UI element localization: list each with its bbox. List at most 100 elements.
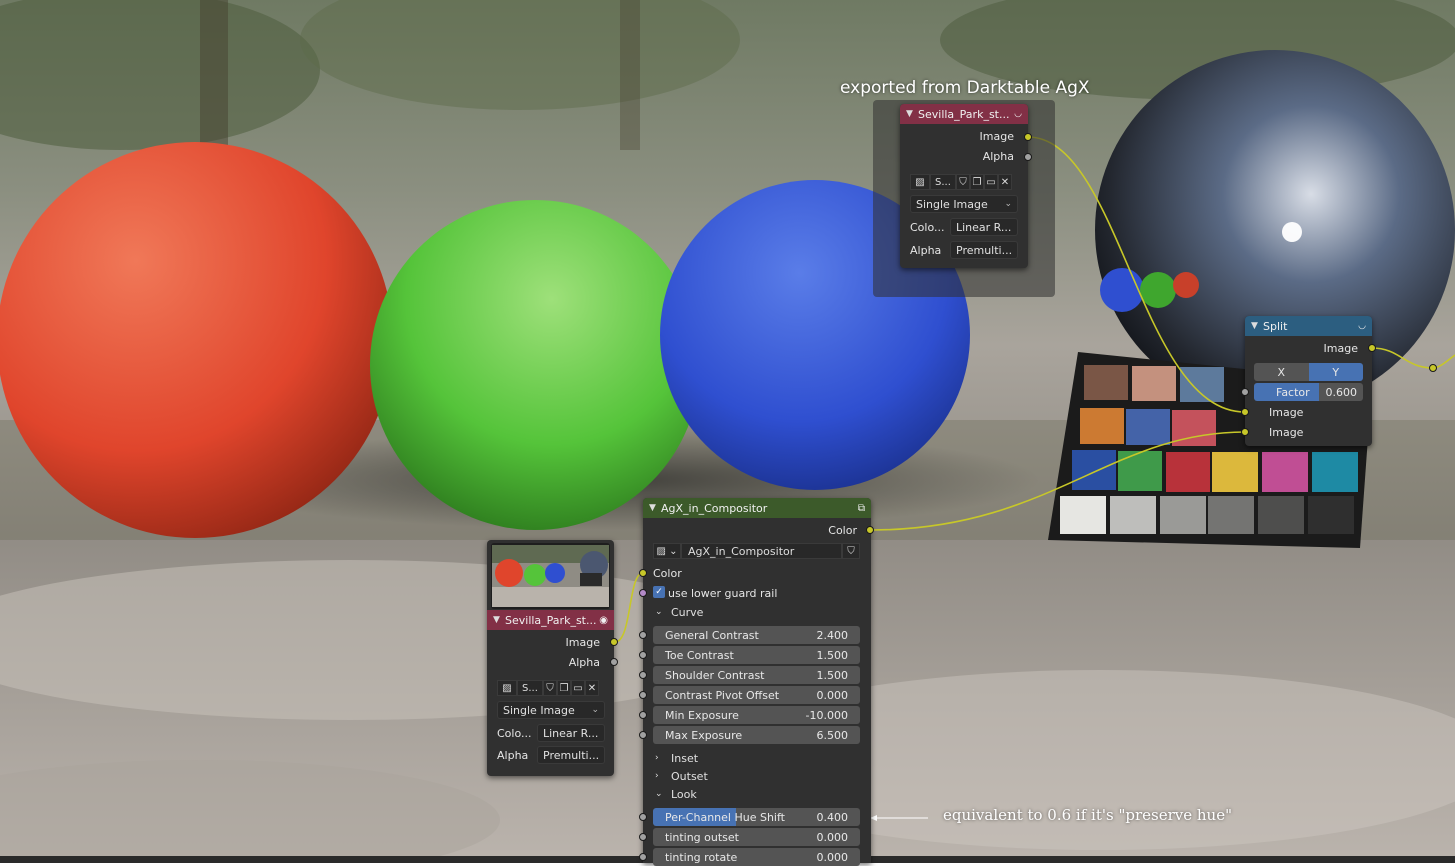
fake-user-shield-icon[interactable]: ⛉ [543,680,557,696]
field-label: Contrast Pivot Offset [665,688,780,702]
fake-user-shield-icon[interactable]: ⛉ [842,543,860,559]
image-source-dropdown[interactable]: Single Image ⌄ [910,195,1018,213]
unlink-close-icon[interactable]: ✕ [998,174,1012,190]
guard-rail-checkbox[interactable]: ✓ [653,586,665,598]
min-exposure-field[interactable]: Min Exposure -10.000 [653,706,860,724]
field-value: 1.500 [816,648,849,662]
agx-output-color-label: Color [828,523,857,537]
output-image-socket[interactable] [1024,133,1032,141]
tinting-outset-field[interactable]: tinting outset 0.000 [653,828,860,846]
split-output-socket[interactable] [1368,344,1376,352]
panel-inset-toggle[interactable]: › Inset [655,749,698,767]
toe-contrast-socket[interactable] [639,651,647,659]
fake-user-shield-icon[interactable]: ⛉ [956,174,970,190]
output-alpha-socket[interactable] [610,658,618,666]
collapse-chevron-icon[interactable]: ▼ [906,109,918,119]
image-file-field[interactable]: S... [517,680,543,696]
max-exposure-socket[interactable] [639,731,647,739]
color-space-label: Colo... [910,220,945,234]
image-browse-icon[interactable]: ▨ [910,174,930,190]
tinting-outset-socket[interactable] [639,833,647,841]
unlink-close-icon[interactable]: ✕ [585,680,599,696]
field-value: 0.400 [816,810,849,824]
collapse-chevron-icon[interactable]: ▼ [649,503,661,513]
color-space-dropdown[interactable]: Linear R...⌄ [950,218,1018,236]
output-image-socket[interactable] [610,638,618,646]
split-node[interactable]: ▼ Split ◡ Image X Y Factor 0.600 Image I… [1245,316,1372,446]
collapse-chevron-icon[interactable]: ▼ [1251,321,1263,331]
image-source-dropdown[interactable]: Single Image ⌄ [497,701,605,719]
field-label: tinting outset [665,830,739,844]
open-folder-icon[interactable]: ▭ [571,680,585,696]
color-space-dropdown[interactable]: Linear R...⌄ [537,724,605,742]
split-input-image-2-label: Image [1269,425,1304,439]
split-node-header[interactable]: ▼ Split ◡ [1245,316,1372,336]
open-folder-icon[interactable]: ▭ [984,174,998,190]
collapse-chevron-icon[interactable]: ▼ [493,615,505,625]
eye-icon[interactable]: ◉ [599,615,608,626]
contrast-pivot-offset-socket[interactable] [639,691,647,699]
group-datablock-row: ▨ ⌄ AgX_in_Compositor ⛉ [653,543,860,559]
factor-input-socket[interactable] [1241,388,1249,396]
reroute-socket[interactable] [1429,364,1437,372]
node-title: Sevilla_Park_st... [918,107,1010,121]
panel-outset-toggle[interactable]: › Outset [655,767,708,785]
split-input-image-2-socket[interactable] [1241,428,1249,436]
field-value: -10.000 [805,708,848,722]
image-source-value: Single Image [916,197,988,211]
field-label: Toe Contrast [665,648,734,662]
chevron-right-icon: › [655,771,659,781]
panel-inset-label: Inset [671,751,699,765]
agx-output-color-socket[interactable] [866,526,874,534]
duplicate-icon[interactable]: ❐ [970,174,984,190]
group-name-field[interactable]: AgX_in_Compositor [681,543,842,559]
min-exposure-socket[interactable] [639,711,647,719]
factor-label: Factor [1276,385,1310,399]
image-node-top-header[interactable]: ▼ Sevilla_Park_st... ◡ [900,104,1028,124]
alpha-mode-value: Premulti... [956,243,1013,257]
tinting-rotate-field[interactable]: tinting rotate 0.000 [653,848,860,866]
hue-shift-socket[interactable] [639,813,647,821]
duplicate-icon[interactable]: ❐ [557,680,571,696]
max-exposure-field[interactable]: Max Exposure 6.500 [653,726,860,744]
axis-x-button[interactable]: X [1254,363,1309,381]
output-alpha-label: Alpha [982,149,1014,163]
tinting-rotate-socket[interactable] [639,853,647,861]
panel-look-toggle[interactable]: ⌄ Look [655,785,697,803]
shoulder-contrast-socket[interactable] [639,671,647,679]
chevron-right-icon: › [655,753,659,763]
split-input-image-1-socket[interactable] [1241,408,1249,416]
image-browse-icon[interactable]: ▨ [497,680,517,696]
alpha-mode-dropdown[interactable]: Premulti...⌄ [950,241,1018,259]
output-image-label: Image [565,635,600,649]
chevron-down-icon: ⌄ [1004,199,1012,209]
guard-rail-socket[interactable] [639,589,647,597]
output-alpha-socket[interactable] [1024,153,1032,161]
shoulder-contrast-field[interactable]: Shoulder Contrast 1.500 [653,666,860,684]
node-options-icon[interactable]: ◡ [1014,109,1022,119]
node-tree-browse-icon[interactable]: ▨ ⌄ [653,543,681,559]
node-group-icon[interactable]: ⧉ [858,503,865,514]
image-node-top[interactable]: ▼ Sevilla_Park_st... ◡ Image Alpha ▨ S..… [900,104,1028,268]
alpha-mode-label: Alpha [497,748,529,762]
agx-node-header[interactable]: ▼ AgX_in_Compositor ⧉ [643,498,871,518]
image-node-bottom[interactable]: ▼ Sevilla_Park_st... ◉ Image Alpha ▨ S..… [487,540,614,776]
general-contrast-field[interactable]: General Contrast 2.400 [653,626,860,644]
general-contrast-socket[interactable] [639,631,647,639]
contrast-pivot-offset-field[interactable]: Contrast Pivot Offset 0.000 [653,686,860,704]
node-title: Sevilla_Park_st... [505,613,597,627]
image-file-field[interactable]: S... [930,174,956,190]
alpha-mode-dropdown[interactable]: Premulti...⌄ [537,746,605,764]
node-options-icon[interactable]: ◡ [1358,321,1366,331]
panel-curve-label: Curve [671,605,704,619]
panel-curve-toggle[interactable]: ⌄ Curve [655,603,703,621]
per-channel-hue-shift-slider[interactable]: Per-Channel Hue Shift 0.400 [653,808,860,826]
factor-slider[interactable]: Factor 0.600 [1254,383,1363,401]
agx-input-color-socket[interactable] [639,569,647,577]
agx-group-node[interactable]: ▼ AgX_in_Compositor ⧉ Color ▨ ⌄ AgX_in_C… [643,498,871,866]
image-node-bottom-header[interactable]: ▼ Sevilla_Park_st... ◉ [487,610,614,630]
toe-contrast-field[interactable]: Toe Contrast 1.500 [653,646,860,664]
chevron-down-icon: ⌄ [655,789,663,799]
node-title: Split [1263,319,1288,333]
axis-y-button[interactable]: Y [1308,363,1363,381]
